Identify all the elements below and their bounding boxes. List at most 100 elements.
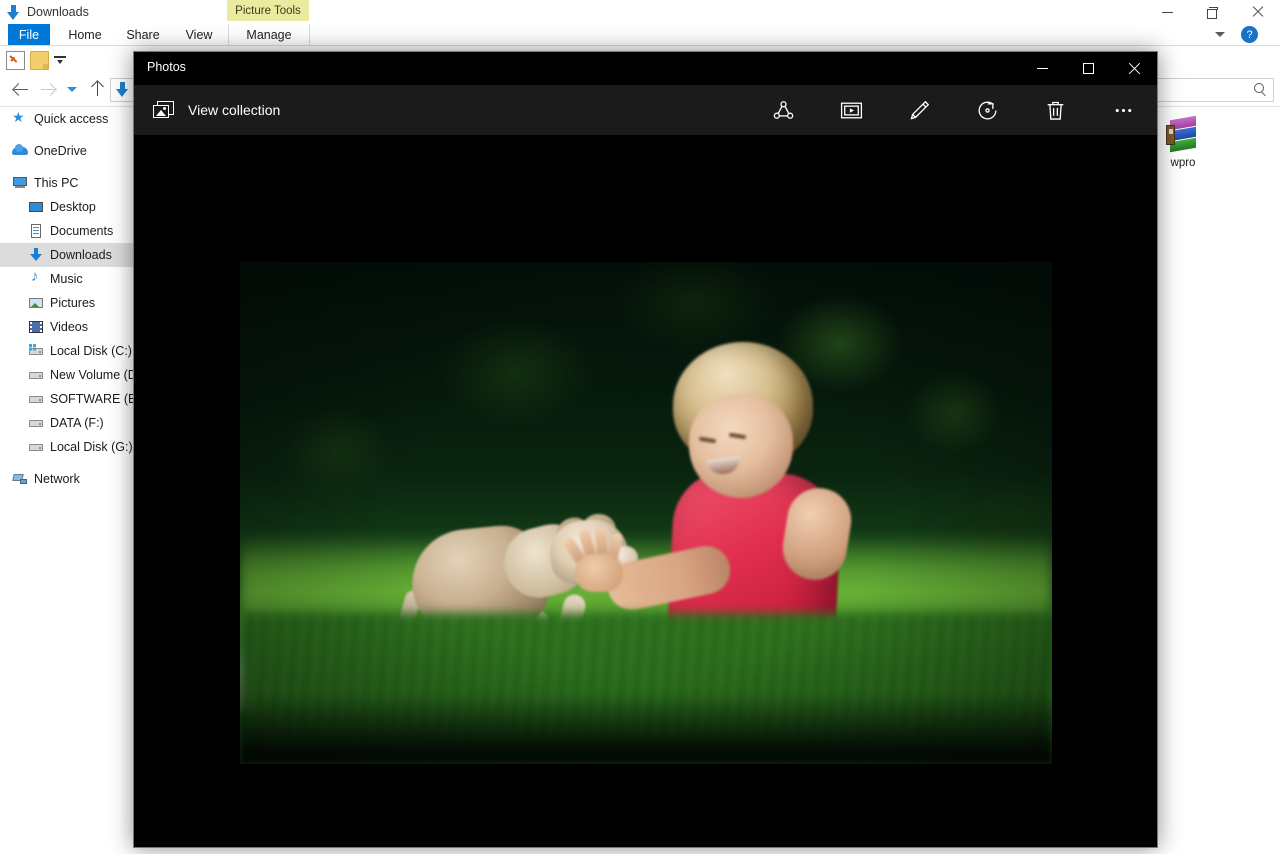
music-icon [28, 268, 44, 287]
sidebar-item-label: Music [50, 272, 83, 286]
up-button[interactable] [86, 78, 108, 100]
slideshow-icon [840, 102, 862, 118]
customize-qat-chevron-icon[interactable] [54, 54, 67, 67]
photos-minimize-button[interactable] [1019, 52, 1065, 85]
restore-icon [1207, 6, 1218, 19]
rotate-button[interactable] [953, 91, 1021, 129]
back-button[interactable] [9, 78, 33, 100]
sidebar-item-desktop[interactable]: Desktop [0, 195, 138, 219]
downloads-icon [28, 247, 44, 263]
explorer-title-group: Downloads [6, 2, 89, 22]
this-pc-icon [12, 175, 28, 191]
share-icon [773, 100, 793, 119]
sidebar-item-local-disk-c[interactable]: Local Disk (C:) [0, 339, 138, 363]
sidebar-item-videos[interactable]: Videos [0, 315, 138, 339]
photos-title: Photos [147, 60, 186, 74]
explorer-minimize-button[interactable] [1145, 0, 1190, 24]
slideshow-button[interactable] [817, 91, 885, 129]
network-icon [12, 471, 28, 487]
drive-icon [28, 391, 44, 407]
drive-icon [28, 439, 44, 455]
ribbon-tab-strip: File Home Share View Manage ? [0, 24, 1280, 47]
forward-arrow-icon [39, 80, 57, 98]
sidebar-item-documents[interactable]: Documents [0, 219, 138, 243]
photos-maximize-button[interactable] [1065, 52, 1111, 85]
edit-pencil-icon [910, 100, 929, 119]
navigation-pane: Quick access OneDrive This PC Desktop Docume… [0, 107, 138, 854]
new-folder-icon[interactable] [30, 51, 49, 70]
picture-tools-contextual-label: Picture Tools [227, 0, 309, 21]
back-arrow-icon [12, 80, 30, 98]
help-icon[interactable]: ? [1241, 26, 1258, 43]
properties-icon[interactable] [6, 51, 25, 70]
more-options-icon [1115, 108, 1131, 112]
sidebar-item-software-e[interactable]: SOFTWARE (E:) [0, 387, 138, 411]
tab-share[interactable]: Share [118, 24, 168, 46]
explorer-window-controls [1145, 0, 1280, 24]
address-downloads-icon [115, 82, 130, 97]
delete-button[interactable] [1021, 91, 1089, 129]
sidebar-item-label: Quick access [34, 112, 109, 126]
winrar-archive-icon [1166, 115, 1200, 154]
sidebar-item-quick-access[interactable]: Quick access [0, 107, 138, 131]
sidebar-item-network[interactable]: Network [0, 467, 138, 491]
onedrive-cloud-icon [12, 143, 28, 159]
file-item-label: wpro [1170, 157, 1196, 169]
file-item-wpro[interactable]: wpro [1148, 115, 1218, 169]
explorer-title: Downloads [27, 5, 89, 19]
tab-file[interactable]: File [8, 24, 50, 46]
drive-icon [28, 367, 44, 383]
tab-manage[interactable]: Manage [228, 24, 310, 46]
downloads-arrow-icon [6, 4, 21, 20]
sidebar-item-this-pc[interactable]: This PC [0, 171, 138, 195]
sidebar-item-label: Pictures [50, 296, 96, 310]
up-arrow-icon [88, 80, 106, 98]
tab-view[interactable]: View [176, 24, 222, 46]
collection-icon [153, 100, 175, 120]
view-collection-label: View collection [188, 102, 281, 118]
forward-button[interactable] [36, 78, 60, 100]
photos-close-button[interactable] [1111, 52, 1157, 85]
explorer-title-bar: Downloads [0, 0, 1280, 24]
explorer-close-button[interactable] [1235, 0, 1280, 24]
minimize-icon [1036, 68, 1048, 69]
sidebar-item-data-f[interactable]: DATA (F:) [0, 411, 138, 435]
close-icon [1252, 6, 1264, 18]
more-options-button[interactable] [1089, 91, 1157, 129]
system-drive-icon [28, 343, 44, 359]
sidebar-item-label: Local Disk (G:) [50, 440, 133, 454]
sidebar-item-label: Documents [50, 224, 114, 238]
photos-command-bar: View collection [134, 85, 1157, 135]
photo-stage[interactable]: Activate Windows [134, 135, 1157, 847]
pictures-icon [28, 295, 44, 311]
share-button[interactable] [749, 91, 817, 129]
sidebar-item-new-volume-d[interactable]: New Volume (D:) [0, 363, 138, 387]
sidebar-item-music[interactable]: Music [0, 267, 138, 291]
photos-window: Photos View collection [133, 51, 1158, 848]
delete-trash-icon [1047, 101, 1063, 120]
draw-button[interactable] [885, 91, 953, 129]
sidebar-item-downloads[interactable]: Downloads [0, 243, 138, 267]
sidebar-item-pictures[interactable]: Pictures [0, 291, 138, 315]
maximize-icon [1082, 63, 1094, 74]
ribbon-collapse-chevron-icon[interactable] [1212, 27, 1228, 43]
photo-image[interactable] [240, 262, 1052, 764]
tab-home[interactable]: Home [58, 24, 112, 46]
sidebar-item-onedrive[interactable]: OneDrive [0, 139, 138, 163]
sidebar-item-label: New Volume (D:) [50, 368, 138, 382]
photos-window-controls [1019, 52, 1157, 85]
explorer-restore-button[interactable] [1190, 0, 1235, 24]
rotate-icon [978, 101, 996, 119]
documents-icon [28, 223, 44, 239]
sidebar-item-label: DATA (F:) [50, 416, 104, 430]
sidebar-item-local-disk-g[interactable]: Local Disk (G:) [0, 435, 138, 459]
recent-locations-button[interactable] [62, 78, 82, 100]
minimize-icon [1162, 11, 1173, 13]
view-collection-button[interactable]: View collection [145, 91, 292, 129]
sidebar-item-label: SOFTWARE (E:) [50, 392, 138, 406]
sidebar-item-label: This PC [34, 176, 79, 190]
photos-toolbar-actions [749, 91, 1157, 129]
close-icon [1128, 62, 1141, 75]
sidebar-item-label: Desktop [50, 200, 96, 214]
sidebar-item-label: Local Disk (C:) [50, 344, 132, 358]
